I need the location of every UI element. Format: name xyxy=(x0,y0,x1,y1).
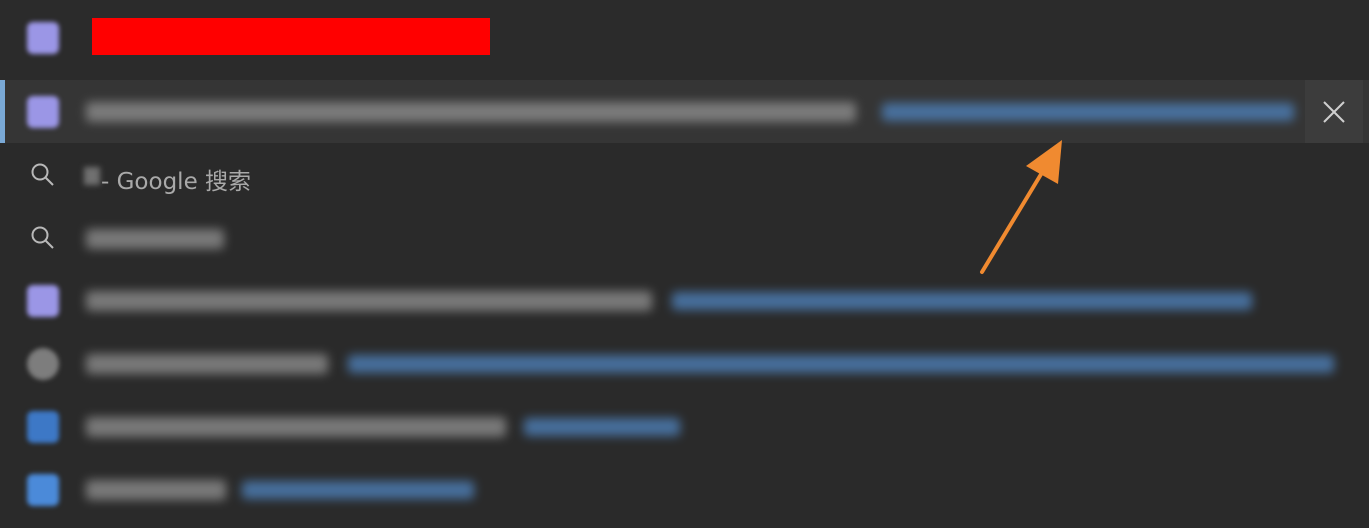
suggestion-url xyxy=(524,418,680,436)
suggestion-title xyxy=(86,291,652,311)
site-favicon-icon xyxy=(27,285,59,317)
suggestion-row-google-search[interactable]: - Google 搜索 xyxy=(0,143,1369,206)
google-translate-favicon-icon xyxy=(27,474,59,506)
redaction-box xyxy=(92,18,490,55)
search-query xyxy=(86,229,224,249)
site-favicon-icon xyxy=(27,22,59,54)
search-query xyxy=(84,167,100,185)
address-bar[interactable] xyxy=(0,0,1369,80)
site-favicon-icon xyxy=(27,411,59,443)
github-favicon-icon xyxy=(27,348,59,380)
suggestion-dropdown: - Google 搜索 xyxy=(0,80,1369,528)
suggestion-url xyxy=(348,355,1334,373)
suggestion-row-history[interactable] xyxy=(0,395,1369,458)
search-icon xyxy=(31,163,54,186)
close-icon xyxy=(1323,100,1345,123)
suggestion-url xyxy=(672,292,1252,310)
suggestion-row-history[interactable] xyxy=(0,269,1369,332)
site-favicon-icon xyxy=(27,96,59,128)
suggestion-url xyxy=(242,481,474,499)
remove-suggestion-button[interactable] xyxy=(1305,80,1363,143)
suggestion-title xyxy=(86,354,328,374)
suggestion-row-selected[interactable] xyxy=(0,80,1369,143)
suggestion-row-history[interactable] xyxy=(0,332,1369,395)
suggestion-title xyxy=(86,102,856,122)
selection-accent-bar xyxy=(0,80,5,143)
suggestion-title xyxy=(86,417,506,437)
search-icon xyxy=(31,226,54,249)
suggestion-row-history[interactable] xyxy=(0,458,1369,521)
search-engine-label: - Google 搜索 xyxy=(101,169,252,195)
suggestion-row-search[interactable] xyxy=(0,206,1369,269)
suggestion-title xyxy=(86,480,226,500)
suggestion-url xyxy=(882,103,1294,121)
